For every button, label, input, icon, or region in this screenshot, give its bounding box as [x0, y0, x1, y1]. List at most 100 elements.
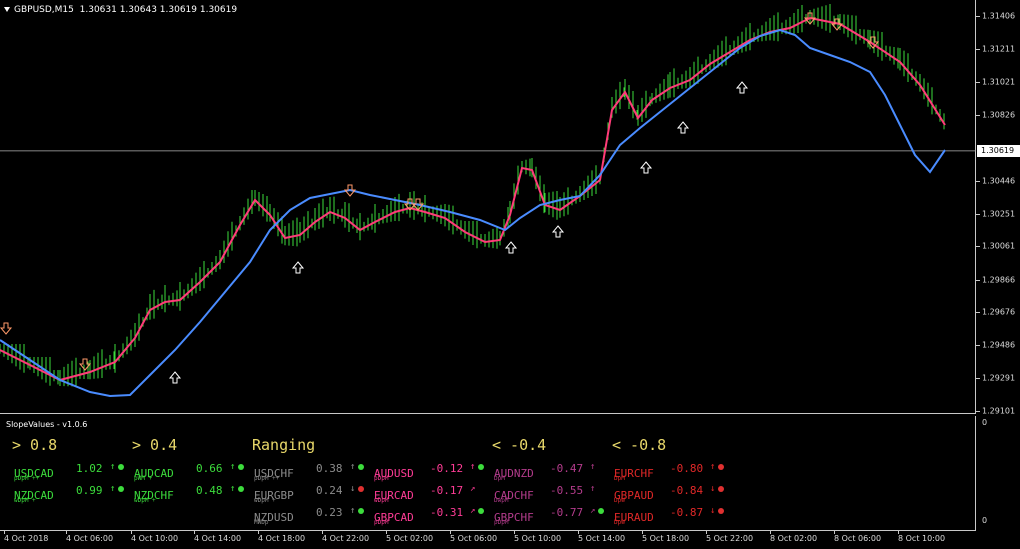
slope-direction-arrow-icon: ↑ [230, 484, 236, 494]
slope-pair-audusd[interactable]: AUDUSD -0.12 ↑ pDpM [374, 462, 484, 482]
slope-pair-usdchf[interactable]: USDCHF 0.38 ↑ pDpM ++ [254, 462, 364, 482]
current-price-tag: 1.30619 [977, 144, 1020, 157]
slope-pair-euraud[interactable]: EURAUD -0.87 ↓ DpW [614, 506, 724, 526]
timeframe-code: DpW [614, 519, 625, 526]
price-axis-tick [976, 180, 980, 182]
slope-column-header: > 0.8 [12, 436, 58, 454]
fast-moving-average-line [0, 16, 946, 382]
price-axis-tick [976, 378, 980, 380]
slope-direction-arrow-icon: ↑ [110, 484, 116, 494]
slope-value: -0.12 [430, 462, 464, 475]
slope-pair-usdcad[interactable]: USDCAD 1.02 ↑ pDpM ++ [14, 462, 124, 482]
time-axis-label: 5 Oct 02:00 [386, 534, 434, 543]
slope-pair-audnzd[interactable]: AUDNZD -0.47 ↑ DpM [494, 462, 595, 482]
price-axis-tick [976, 213, 980, 215]
slope-direction-arrow-icon: ↑ [110, 462, 116, 472]
slope-direction-arrow-icon: ↑ [710, 462, 716, 472]
price-axis-label: 1.30061 [982, 241, 1016, 251]
price-axis-tick [976, 312, 980, 314]
slope-pair-eurcad[interactable]: EURCAD -0.17 ↗ wDpM [374, 484, 475, 504]
slope-value: 0.48 [196, 484, 223, 497]
slope-direction-arrow-icon: ↑ [350, 462, 356, 472]
price-axis-label: 1.29866 [982, 275, 1016, 285]
price-chart-area[interactable]: GBPUSD,M15 1.30631 1.30643 1.30619 1.306… [0, 0, 976, 414]
status-dot-icon [718, 486, 724, 492]
slope-pair-eurgbp[interactable]: EURGBP 0.24 ↓ wDpM + [254, 484, 364, 504]
timeframe-code: DpW [614, 497, 625, 504]
time-axis-label: 5 Oct 10:00 [514, 534, 562, 543]
buy-arrow-icon [168, 371, 182, 384]
timeframe-code: pWM + [134, 475, 153, 482]
time-axis-label: 4 Oct 06:00 [66, 534, 114, 543]
indicator-scale-bottom: 0 [982, 516, 988, 525]
slope-value: 0.38 [316, 462, 343, 475]
indicator-axis: 0 0 [976, 416, 1020, 531]
time-axis-label: 4 Oct 14:00 [194, 534, 242, 543]
slope-pair-gbpcad[interactable]: GBPCAD -0.31 ↗ pDpM [374, 506, 484, 526]
time-axis-label: 8 Oct 02:00 [770, 534, 818, 543]
status-dot-icon [358, 464, 364, 470]
time-axis-label: 5 Oct 18:00 [642, 534, 690, 543]
price-axis[interactable]: 1.31406 1.31211 1.31021 1.30826 1.30446 1.302… [976, 0, 1020, 416]
slope-column-header: Ranging [252, 436, 316, 454]
timeframe-code: pDpM [494, 519, 509, 526]
timeframe-code: pDpM [374, 519, 389, 526]
slope-direction-arrow-icon: ↓ [710, 506, 716, 516]
status-dot-icon [718, 508, 724, 514]
slope-direction-arrow-icon: ↗ [590, 506, 596, 516]
status-dot-icon [118, 486, 124, 492]
slope-pair-cadchf[interactable]: CADCHF -0.55 ↑ DwpM [494, 484, 595, 504]
timeframe-code: pDpM [374, 475, 389, 482]
slope-value: -0.80 [670, 462, 704, 475]
price-axis-tick [976, 16, 980, 17]
buy-arrow-icon [676, 121, 690, 134]
time-axis-label: 4 Oct 18:00 [258, 534, 306, 543]
slope-value: -0.87 [670, 506, 704, 519]
price-axis-tick [976, 246, 980, 248]
slope-value: 0.99 [76, 484, 103, 497]
slope-direction-arrow-icon: ↑ [230, 462, 236, 472]
time-axis-label: 5 Oct 22:00 [706, 534, 754, 543]
slope-value: 0.24 [316, 484, 343, 497]
slope-column-header: < -0.8 [612, 436, 667, 454]
dropdown-triangle-icon[interactable] [4, 7, 10, 12]
sell-arrow-icon [0, 322, 13, 335]
price-axis-tick [976, 279, 980, 281]
status-dot-icon [598, 508, 604, 514]
time-axis-label: 5 Oct 14:00 [578, 534, 626, 543]
slope-pair-nzdcad[interactable]: NZDCAD 0.99 ↑ wDpM + [14, 484, 124, 504]
chart-header: GBPUSD,M15 1.30631 1.30643 1.30619 1.306… [4, 5, 237, 15]
slope-pair-nzdchf[interactable]: NZDCHF 0.48 ↑ wDpM + [134, 484, 244, 504]
slope-direction-arrow-icon: ↓ [710, 484, 716, 494]
timeframe-code: DwpM [494, 497, 509, 504]
slope-direction-arrow-icon: ↓ [350, 484, 356, 494]
time-axis[interactable]: 4 Oct 2018 4 Oct 06:00 4 Oct 10:00 4 Oct 14… [0, 531, 976, 549]
timeframe-code: wDpM + [254, 497, 276, 504]
price-axis-label: 1.29291 [982, 373, 1016, 383]
time-axis-label: 8 Oct 10:00 [898, 534, 946, 543]
slope-pair-gbpaud[interactable]: GBPAUD -0.84 ↓ DpW [614, 484, 724, 504]
slope-value: 0.66 [196, 462, 223, 475]
slope-pair-nzdusd[interactable]: NZDUSD 0.23 ↑ MWDp [254, 506, 364, 526]
ohlc-values: 1.30631 1.30643 1.30619 1.30619 [79, 5, 238, 15]
timeframe-code: pDpM ++ [14, 475, 40, 482]
price-axis-label: 1.30826 [982, 110, 1016, 120]
price-axis-label: 1.30251 [982, 209, 1016, 219]
slope-pair-eurchf[interactable]: EURCHF -0.80 ↑ DpM [614, 462, 724, 482]
time-axis-label: 4 Oct 10:00 [131, 534, 179, 543]
slope-pair-gbpchf[interactable]: GBPCHF -0.77 ↗ pDpM [494, 506, 604, 526]
buy-arrow-icon [291, 261, 305, 274]
price-bars [0, 4, 945, 387]
slope-pair-audcad[interactable]: AUDCAD 0.66 ↑ pWM + [134, 462, 244, 482]
price-axis-tick [976, 81, 980, 83]
price-axis-label: 1.30446 [982, 176, 1016, 185]
slope-value: -0.17 [430, 484, 464, 497]
timeframe-code: pDpM ++ [254, 475, 280, 482]
time-axis-label: 8 Oct 06:00 [834, 534, 882, 543]
status-dot-icon [718, 464, 724, 470]
price-axis-label: 1.29486 [982, 340, 1016, 350]
slope-direction-arrow-icon: ↑ [590, 462, 596, 472]
status-dot-icon [478, 464, 484, 470]
slope-direction-arrow-icon: ↑ [350, 506, 356, 516]
slope-value: -0.84 [670, 484, 704, 497]
